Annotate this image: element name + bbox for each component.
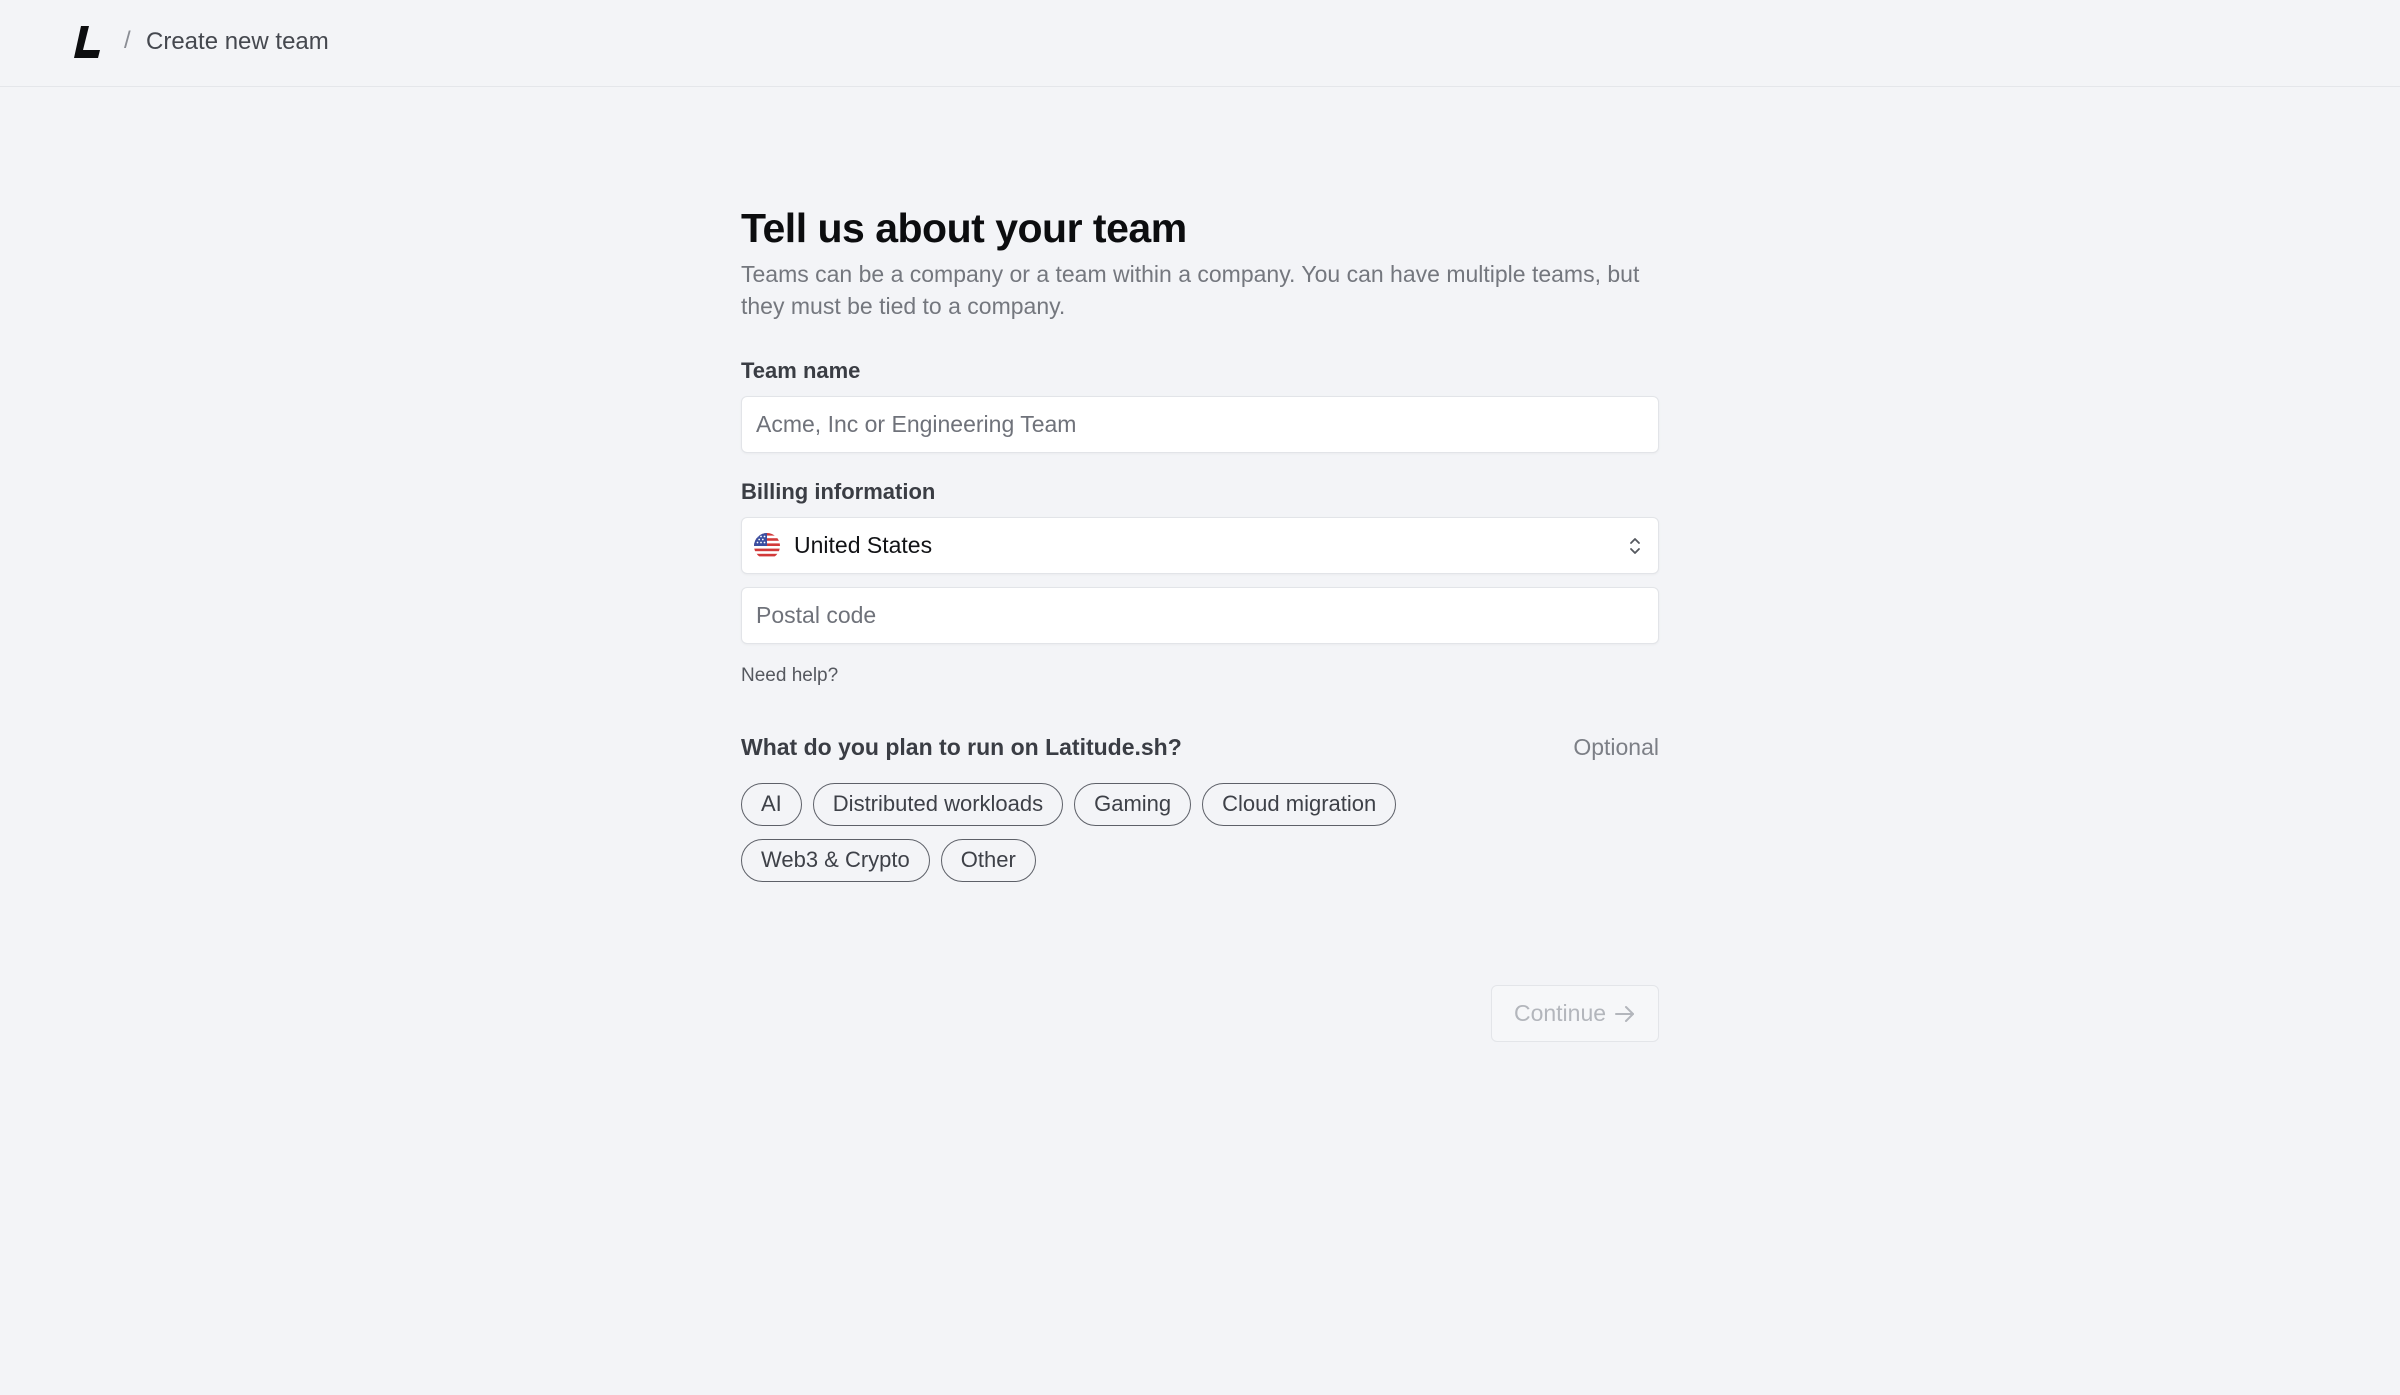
arrow-right-icon — [1615, 1005, 1635, 1022]
chevron-up-down-icon — [1630, 538, 1640, 554]
country-select[interactable]: United States — [741, 517, 1659, 574]
workload-options-row: Web3 & Crypto Other — [741, 839, 1441, 882]
chip-other[interactable]: Other — [940, 839, 1036, 882]
team-name-input[interactable]: Acme, Inc or Engineering Team — [741, 396, 1659, 453]
workloads-question-label: What do you plan to run on Latitude.sh? — [741, 734, 1182, 760]
continue-button[interactable]: Continue — [1491, 985, 1659, 1042]
postal-code-placeholder: Postal code — [756, 602, 877, 628]
top-bar: / Create new team — [0, 0, 2400, 87]
breadcrumb-separator: / — [124, 27, 131, 54]
country-select-value: United States — [794, 532, 933, 558]
chip-cloud-migration[interactable]: Cloud migration — [1202, 783, 1397, 826]
need-help-link[interactable]: Need help? — [741, 665, 838, 687]
breadcrumb-title: Create new team — [146, 28, 329, 55]
chip-distributed-workloads[interactable]: Distributed workloads — [812, 783, 1064, 826]
optional-label: Optional — [1573, 734, 1659, 760]
create-team-form: Tell us about your team Teams can be a c… — [741, 200, 1659, 1042]
team-name-placeholder: Acme, Inc or Engineering Team — [756, 411, 1077, 437]
workload-options-row: AI Distributed workloads Gaming Cloud mi… — [741, 783, 1441, 826]
us-flag-icon — [754, 533, 780, 559]
page-title: Tell us about your team — [741, 205, 1187, 251]
page-subtitle: Teams can be a company or a team within … — [741, 261, 1640, 319]
chip-gaming[interactable]: Gaming — [1074, 783, 1192, 826]
billing-information-label: Billing information — [741, 479, 936, 504]
workload-options: AI Distributed workloads Gaming Cloud mi… — [741, 783, 1441, 895]
postal-code-input[interactable]: Postal code — [741, 587, 1659, 644]
chip-web3-crypto[interactable]: Web3 & Crypto — [741, 839, 930, 882]
continue-button-label: Continue — [1513, 1000, 1607, 1026]
team-name-label: Team name — [741, 358, 861, 383]
latitude-logo-icon[interactable] — [74, 26, 104, 62]
chip-ai[interactable]: AI — [741, 783, 802, 826]
